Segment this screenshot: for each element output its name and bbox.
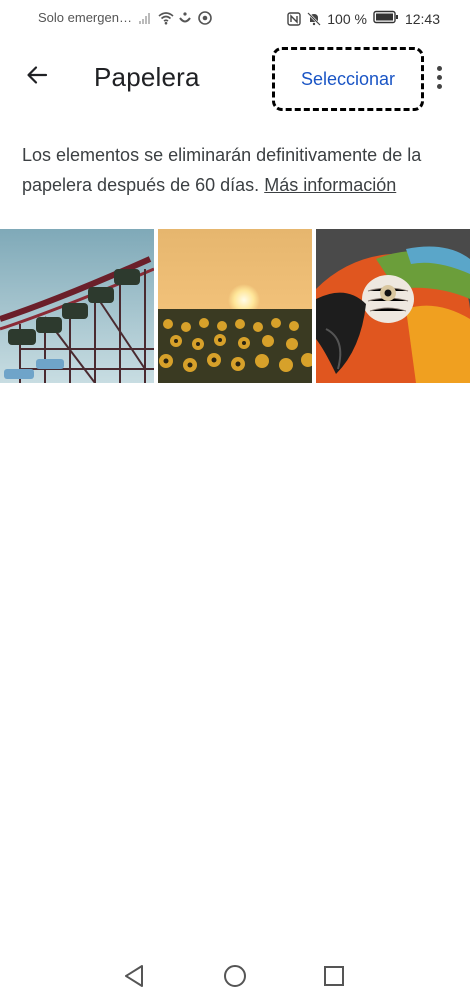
more-vert-icon	[436, 65, 442, 71]
nfc-icon	[287, 11, 301, 26]
photo-macaw[interactable]	[316, 229, 470, 383]
select-button[interactable]: Seleccionar	[272, 47, 424, 111]
arrow-left-icon	[25, 63, 49, 92]
mute-bell-icon	[307, 11, 322, 26]
nav-home-button[interactable]	[219, 962, 251, 994]
status-bar: Solo emergen… 100 % 12:43	[0, 0, 470, 36]
battery-percent: 100 %	[327, 10, 367, 27]
photo-grid	[0, 229, 470, 385]
trash-info: Los elementos se eliminarán definitivame…	[22, 140, 452, 200]
more-vert-dot	[436, 83, 442, 89]
nav-recents-button[interactable]	[318, 962, 350, 994]
select-button-label: Seleccionar	[300, 68, 396, 89]
more-vert-dot	[436, 74, 442, 80]
clock: 12:43	[404, 10, 440, 27]
circle-home-icon	[223, 964, 247, 993]
photo-roller-coaster[interactable]	[0, 229, 154, 383]
wifi-icon	[158, 11, 174, 25]
carrier-label: Solo emergen…	[38, 10, 132, 25]
app-bar: Papelera Seleccionar	[0, 44, 470, 111]
status-right: 100 % 12:43	[287, 10, 440, 27]
chrome-icon	[198, 10, 212, 25]
page-title: Papelera	[94, 62, 200, 92]
status-left: Solo emergen…	[38, 10, 212, 25]
smile-icon	[178, 11, 192, 25]
nav-back-button[interactable]	[118, 962, 150, 994]
more-options-button[interactable]	[428, 58, 450, 96]
navigation-bar	[0, 956, 470, 1002]
battery-icon	[373, 10, 399, 27]
signal-icon	[138, 11, 152, 25]
triangle-back-icon	[123, 964, 145, 993]
more-info-link[interactable]: Más información	[264, 175, 396, 195]
photo-sunflowers[interactable]	[158, 229, 312, 383]
back-button[interactable]	[18, 58, 56, 96]
square-recents-icon	[323, 965, 345, 992]
